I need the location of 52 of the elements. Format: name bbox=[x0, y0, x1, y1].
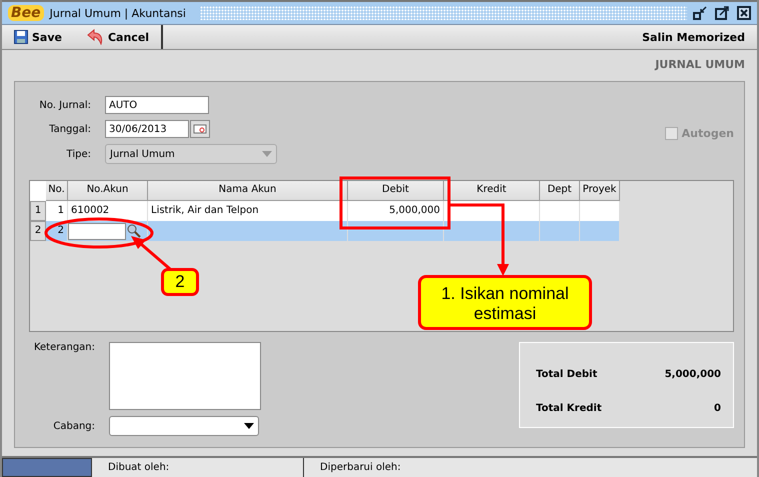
column-header[interactable]: Nama Akun bbox=[148, 181, 348, 201]
table-cell bbox=[580, 201, 620, 221]
table-cell: Listrik, Air dan Telpon bbox=[148, 201, 348, 221]
column-header[interactable]: Dept bbox=[540, 181, 580, 201]
dropdown-arrow-icon bbox=[262, 151, 272, 157]
cancel-button[interactable]: Cancel bbox=[74, 25, 162, 49]
callout: 1. Isikan nominal estimasi bbox=[418, 275, 592, 330]
column-header[interactable]: No. bbox=[46, 181, 68, 201]
table-cell: 610002 bbox=[68, 201, 148, 221]
account-input-field[interactable] bbox=[68, 222, 126, 240]
column-header[interactable]: No.Akun bbox=[68, 181, 148, 201]
field-label: Cabang: bbox=[52, 420, 95, 432]
no-jurnal-field[interactable]: AUTO bbox=[105, 96, 209, 114]
total-label: Total Kredit bbox=[536, 402, 603, 416]
column-header[interactable]: Proyek bbox=[580, 181, 620, 201]
updated-by-label: Diperbarui oleh: bbox=[319, 461, 402, 475]
app-logo: Bee bbox=[8, 5, 44, 21]
row-header[interactable]: 1 bbox=[30, 201, 46, 221]
table-cell: 1 bbox=[46, 201, 68, 221]
total-value: 0 bbox=[713, 402, 721, 416]
restore-icon[interactable] bbox=[693, 6, 707, 20]
total-value: 5,000,000 bbox=[664, 369, 721, 382]
undo-arrow-icon bbox=[86, 29, 104, 45]
field-label: Tipe: bbox=[66, 148, 91, 160]
calendar-icon[interactable] bbox=[190, 120, 210, 138]
autogen-label: Autogen bbox=[682, 126, 734, 140]
arrow bbox=[131, 236, 171, 270]
date-field[interactable]: 30/06/2013 bbox=[105, 120, 189, 138]
step-badge: 2 bbox=[161, 268, 199, 296]
column-header[interactable]: Kredit bbox=[444, 181, 540, 201]
field-label: No. Jurnal: bbox=[38, 100, 91, 110]
maximize-icon[interactable] bbox=[715, 6, 729, 20]
row-header[interactable]: 2 bbox=[30, 221, 46, 241]
table-cell bbox=[540, 201, 580, 221]
window-title: Jurnal Umum | Akuntansi bbox=[50, 6, 187, 20]
table-cell: 5,000,000 bbox=[348, 201, 444, 221]
created-by-label: Dibuat oleh: bbox=[92, 458, 304, 477]
form-title: JURNAL UMUM bbox=[655, 58, 745, 71]
column-header[interactable]: Debit bbox=[348, 181, 444, 201]
salin-memorized-button[interactable]: Salin Memorized bbox=[630, 25, 757, 49]
close-icon[interactable] bbox=[737, 6, 751, 20]
corner-cell bbox=[30, 181, 46, 201]
field-label: Tanggal: bbox=[48, 124, 91, 134]
table-cell bbox=[580, 221, 620, 241]
table-cell bbox=[540, 221, 580, 241]
save-button[interactable]: Save bbox=[2, 25, 74, 49]
keterangan-textarea[interactable] bbox=[109, 342, 261, 410]
total-label: Total Debit bbox=[536, 369, 598, 382]
field-label: Keterangan: bbox=[33, 342, 95, 355]
cabang-dropdown[interactable] bbox=[109, 416, 259, 436]
dropdown-arrow-icon bbox=[244, 423, 254, 429]
search-icon[interactable] bbox=[127, 224, 141, 238]
